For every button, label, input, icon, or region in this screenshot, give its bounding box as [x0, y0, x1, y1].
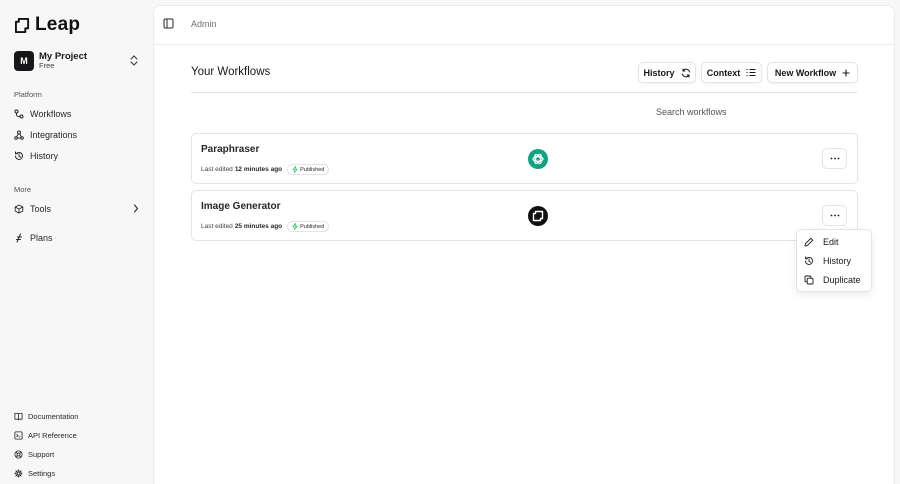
integrations-icon — [14, 130, 24, 140]
more-options-button[interactable] — [822, 205, 847, 226]
logo-text: Leap — [35, 14, 81, 35]
sidebar-item-tools[interactable]: Tools — [14, 200, 142, 218]
status-badge: Published — [287, 164, 330, 175]
footer-item-api-reference[interactable]: API Reference — [14, 428, 77, 442]
section-label-platform: Platform — [14, 90, 42, 99]
refresh-icon — [681, 68, 691, 78]
workflow-context-menu: Edit History Duplicate — [796, 229, 872, 292]
lifebuoy-icon — [14, 449, 23, 459]
sidebar-toggle-icon[interactable] — [163, 18, 174, 29]
sidebar-item-label: Plans — [30, 233, 53, 243]
sidebar-item-label: Workflows — [30, 109, 72, 119]
footer-item-support[interactable]: Support — [14, 447, 54, 461]
edited-time: 25 minutes ago — [234, 223, 283, 230]
footer-item-label: Support — [28, 449, 55, 459]
status-badge: Published — [287, 221, 330, 232]
bolt-icon — [292, 166, 298, 173]
menu-item-duplicate[interactable]: Duplicate — [801, 271, 869, 289]
pencil-icon — [804, 237, 814, 247]
breadcrumb[interactable]: Admin — [191, 19, 217, 29]
workflow-meta: Last edited 12 minutes ago Published — [201, 164, 330, 175]
plus-icon — [842, 68, 850, 77]
menu-item-edit[interactable]: Edit — [801, 233, 869, 251]
project-plan: Free — [39, 61, 55, 71]
context-button-label: Context — [706, 67, 741, 78]
more-options-button[interactable] — [822, 148, 847, 169]
leap-logo-icon — [15, 17, 30, 33]
footer-item-settings[interactable]: Settings — [14, 466, 55, 480]
tools-icon — [14, 204, 24, 214]
workflow-meta: Last edited 25 minutes ago Published — [201, 221, 330, 232]
terminal-icon — [14, 430, 23, 440]
new-workflow-button[interactable]: New Workflow — [767, 62, 858, 83]
topbar: Admin — [154, 6, 894, 45]
list-icon — [746, 68, 756, 77]
status-label: Published — [300, 223, 325, 230]
main-panel: Admin Your Workflows History Context New… — [153, 5, 895, 484]
workflow-name[interactable]: Image Generator — [201, 201, 280, 212]
chevron-right-icon — [133, 204, 139, 213]
history-button-label: History — [643, 67, 675, 78]
edited-time: 12 minutes ago — [234, 166, 283, 173]
footer-item-label: Settings — [28, 468, 56, 478]
workflow-card[interactable]: Paraphraser Last edited 12 minutes ago P… — [191, 133, 858, 184]
sidebar-item-integrations[interactable]: Integrations — [14, 126, 142, 144]
footer-item-label: Documentation — [28, 411, 79, 421]
logo[interactable]: Leap — [15, 14, 80, 36]
workflow-name[interactable]: Paraphraser — [201, 144, 259, 155]
sidebar-item-plans[interactable]: Plans — [14, 229, 142, 247]
menu-item-label: History — [823, 256, 852, 266]
ellipsis-icon — [830, 214, 840, 217]
footer-item-documentation[interactable]: Documentation — [14, 409, 78, 423]
history-icon — [14, 151, 24, 161]
project-switcher[interactable]: M My Project Free — [14, 50, 142, 72]
sidebar-item-history[interactable]: History — [14, 147, 142, 165]
sidebar-item-label: History — [30, 151, 59, 161]
copy-icon — [804, 275, 814, 285]
context-button[interactable]: Context — [701, 62, 762, 83]
history-button[interactable]: History — [638, 62, 696, 83]
sidebar-item-label: Integrations — [30, 130, 78, 140]
status-label: Published — [300, 166, 325, 173]
edited-prefix: Last edited — [201, 223, 233, 230]
new-workflow-button-label: New Workflow — [774, 67, 837, 78]
image-model-icon — [528, 206, 548, 226]
book-icon — [14, 412, 23, 421]
sidebar-item-label: Tools — [30, 204, 52, 214]
search-input[interactable] — [650, 102, 858, 122]
sidebar-item-workflows[interactable]: Workflows — [14, 105, 142, 123]
menu-item-label: Edit — [823, 237, 839, 247]
menu-item-label: Duplicate — [823, 275, 861, 285]
gear-icon — [14, 468, 23, 478]
workflow-card[interactable]: Image Generator Last edited 25 minutes a… — [191, 190, 858, 241]
sidebar: Leap M My Project Free Platform Workflow… — [0, 0, 152, 484]
history-icon — [804, 256, 814, 266]
menu-item-history[interactable]: History — [801, 252, 869, 270]
section-label-more: More — [14, 185, 32, 194]
avatar: M — [14, 51, 34, 71]
divider — [191, 92, 858, 93]
bolt-icon — [292, 223, 298, 230]
page-title: Your Workflows — [191, 66, 271, 78]
ellipsis-icon — [830, 157, 840, 160]
plans-icon — [14, 233, 24, 243]
workflow-icon — [14, 109, 24, 119]
openai-icon — [528, 149, 548, 169]
edited-prefix: Last edited — [201, 166, 233, 173]
footer-item-label: API Reference — [28, 430, 77, 440]
chevrons-up-down-icon — [130, 55, 138, 66]
